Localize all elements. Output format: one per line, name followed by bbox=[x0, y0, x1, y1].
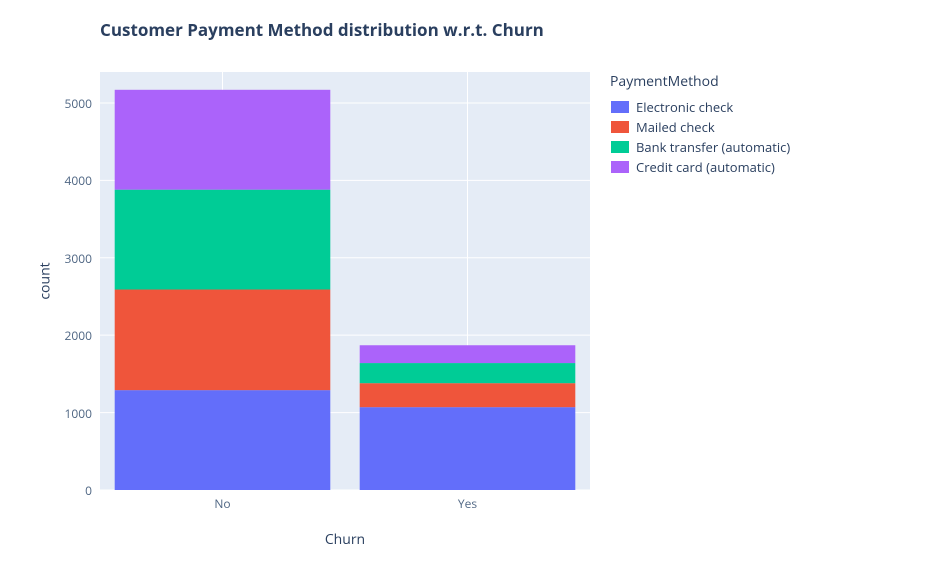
bar-segment[interactable] bbox=[360, 383, 576, 407]
bar-segment[interactable] bbox=[115, 190, 331, 290]
legend-item[interactable]: Electronic check bbox=[610, 97, 790, 117]
chart-title: Customer Payment Method distribution w.r… bbox=[100, 18, 544, 41]
y-axis-label: count bbox=[36, 262, 55, 299]
legend-swatch bbox=[610, 137, 630, 157]
legend-swatch bbox=[610, 117, 630, 137]
legend-swatch bbox=[610, 157, 630, 177]
legend-label: Electronic check bbox=[636, 98, 733, 116]
legend-item[interactable]: Bank transfer (automatic) bbox=[610, 137, 790, 157]
y-tick-label: 1000 bbox=[0, 405, 92, 422]
plot-svg bbox=[100, 72, 590, 490]
legend: PaymentMethod Electronic check Mailed che… bbox=[610, 72, 790, 177]
bar-segment[interactable] bbox=[360, 363, 576, 383]
bar-segment[interactable] bbox=[115, 290, 331, 391]
plot-area bbox=[100, 72, 590, 490]
legend-label: Credit card (automatic) bbox=[636, 158, 775, 176]
legend-swatch bbox=[610, 97, 630, 117]
legend-item[interactable]: Mailed check bbox=[610, 117, 790, 137]
y-tick-label: 4000 bbox=[0, 172, 92, 189]
y-tick-label: 0 bbox=[0, 482, 92, 499]
x-axis-label: Churn bbox=[325, 530, 365, 549]
legend-item[interactable]: Credit card (automatic) bbox=[610, 157, 790, 177]
bar-segment[interactable] bbox=[360, 407, 576, 490]
bar-segment[interactable] bbox=[360, 345, 576, 363]
bar-segment[interactable] bbox=[115, 90, 331, 190]
legend-label: Mailed check bbox=[636, 118, 715, 136]
y-tick-label: 2000 bbox=[0, 327, 92, 344]
x-tick-label: No bbox=[214, 495, 230, 512]
bar-segment[interactable] bbox=[115, 390, 331, 490]
legend-title: PaymentMethod bbox=[610, 72, 790, 91]
legend-label: Bank transfer (automatic) bbox=[636, 138, 790, 156]
y-tick-label: 5000 bbox=[0, 95, 92, 112]
x-tick-label: Yes bbox=[458, 495, 477, 512]
